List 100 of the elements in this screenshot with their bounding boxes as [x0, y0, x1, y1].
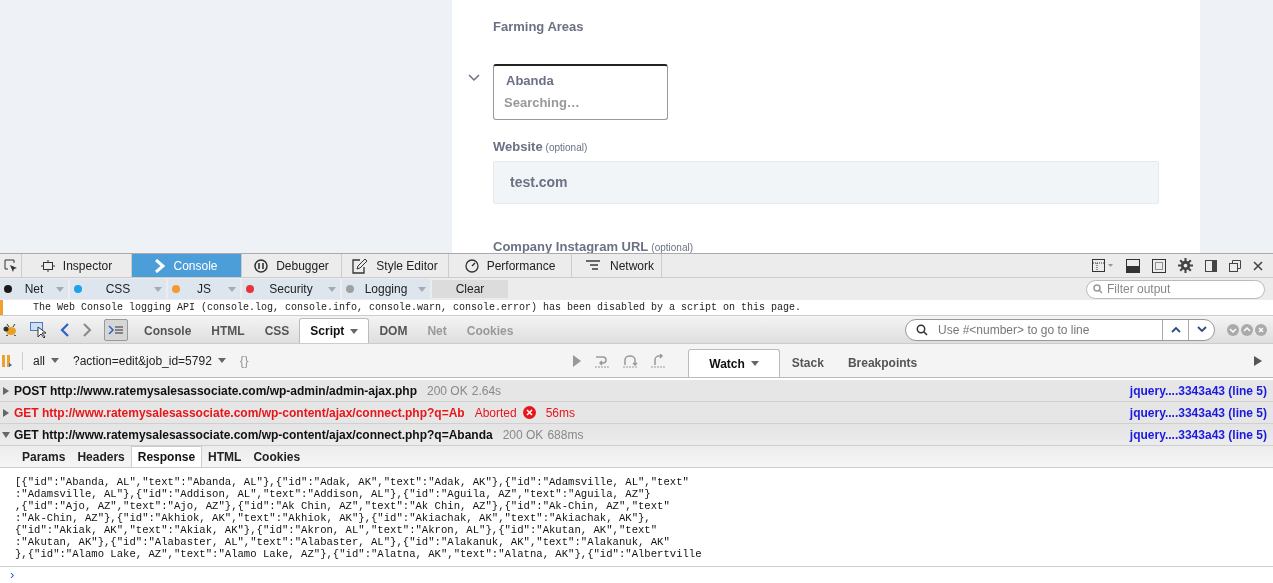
caret-icon: [217, 358, 226, 363]
caret-icon: [154, 286, 162, 292]
command-editor-button[interactable]: [104, 318, 128, 341]
step-in-icon[interactable]: [622, 353, 639, 368]
caret-icon: [350, 328, 359, 334]
response-tab[interactable]: HTML: [202, 446, 248, 467]
filter-toggle[interactable]: JS: [168, 279, 240, 299]
bug-icon[interactable]: [2, 323, 18, 336]
expand-panel-icon[interactable]: [1253, 354, 1263, 367]
filter-toggle[interactable]: Security: [242, 279, 340, 299]
request-url: GET http://www.ratemysalesassociate.com/wp-content/ajax/connect.php?q=Abanda: [14, 426, 493, 444]
console-message: The Web Console logging API (console.log, console.info, console.warn, console.error) has been disabled by a script on this page.: [33, 301, 802, 314]
request-time: 56ms: [545, 404, 576, 422]
devtools-tab[interactable]: Style Editor: [342, 254, 449, 277]
website-field[interactable]: test.com: [493, 160, 1159, 204]
request-status: 200 OK: [502, 426, 544, 444]
side-panel-tab[interactable]: Stack: [779, 349, 836, 377]
step-over-icon[interactable]: [594, 353, 611, 368]
caret-icon: [56, 286, 64, 292]
section-label: Farming Areas: [493, 18, 585, 33]
inspect-cursor-icon[interactable]: [30, 321, 48, 338]
caret-icon: [228, 286, 236, 292]
expand-icon[interactable]: [2, 386, 10, 395]
devtools-tab[interactable]: Performance: [449, 254, 572, 277]
response-tab[interactable]: Headers: [71, 446, 131, 467]
response-line: [{"id":"Abanda, AL","text":"Abanda, AL"},{"id":"Adak, AK","text":"Adak, AK"},{"id":"Adamsville, AL","text": [15, 476, 690, 488]
filter-output-field[interactable]: Filter output: [1086, 279, 1265, 299]
side-panel-tab[interactable]: Breakpoints: [835, 349, 930, 377]
response-tab[interactable]: Cookies: [247, 446, 307, 467]
play-icon[interactable]: [572, 353, 583, 368]
filter-toggle[interactable]: CSS: [70, 279, 166, 299]
optional-hint: (optional): [545, 141, 588, 155]
response-line: {"id":"Akiak, AK","text":"Akiak, AK"},{"id":"Akron, AL","text":"Akron, AL"},{"id":"Akutan, AK","text": [15, 524, 659, 536]
filter-toggle[interactable]: Logging: [342, 279, 430, 299]
search-status: Searching…: [504, 93, 581, 112]
caret-icon: [750, 361, 759, 366]
filter-toggle[interactable]: Net: [0, 279, 68, 299]
gauge-icon: [464, 258, 479, 273]
optional-hint: (optional): [651, 240, 693, 253]
pause-icon: [254, 258, 269, 273]
response-line: :"Adamsville, AL"},{"id":"Addison, AL","text":"Addison, AL"},{"id":"Aguila, AZ","text":"Aguila, AZ"}: [15, 488, 652, 500]
firebug-tab[interactable]: Console: [134, 318, 202, 343]
source-link[interactable]: jquery....3343a43 (line 5): [1129, 425, 1267, 444]
source-link[interactable]: jquery....3343a43 (line 5): [1129, 381, 1267, 400]
devtools-tab[interactable]: Debugger: [242, 254, 342, 277]
pencil-icon: [352, 257, 369, 274]
undock-icon[interactable]: [1229, 259, 1241, 272]
script-file-dropdown[interactable]: ?action=edit&job_id=5792: [73, 351, 226, 370]
caret-icon: [418, 286, 426, 292]
field-label: Website: [493, 138, 543, 156]
response-line: :"Akutan, AK"},{"id":"Alabaster, AL","text":"Alabaster, AL"},{"id":"Alakanuk, AK","text":"Alakanuk, AK": [15, 536, 671, 548]
response-tab[interactable]: Params: [16, 446, 72, 467]
response-tab[interactable]: Response: [130, 446, 203, 467]
go-to-line-field[interactable]: Use #<number> to go to line: [905, 318, 1215, 341]
caret-icon: [328, 286, 336, 292]
scope-dropdown[interactable]: all: [33, 351, 59, 370]
response-line: ,{"id":"Ajo, AZ","text":"Ajo, AZ"},{"id":"Ak Chin, AZ","text":"Ak Chin, AZ"},{"id":"Ak-Chin, AZ","text": [15, 500, 671, 512]
clear-button[interactable]: Clear: [432, 280, 508, 298]
collapse-icon[interactable]: [2, 430, 10, 439]
request-row[interactable]: GET http://www.ratemysalesassociate.com/wp-content/ajax/connect.php?q=Abanda 200 OK 688ms jquery....3343a43 (line 5): [0, 424, 1273, 446]
side-panel-tab[interactable]: Watch: [688, 349, 780, 377]
tag-search-field[interactable]: Abanda Searching…: [493, 64, 668, 120]
chevron-up-icon: [1170, 326, 1181, 333]
frame-icon[interactable]: [1152, 258, 1166, 273]
request-status: Aborted: [474, 404, 517, 422]
cursor-icon: [3, 258, 18, 273]
chevron-down-icon: [1196, 326, 1207, 333]
request-status: 200 OK: [427, 382, 468, 400]
firebug-tab[interactable]: HTML: [201, 318, 255, 343]
request-time: 2.64s: [471, 382, 502, 400]
selected-tag: Abanda: [504, 71, 657, 91]
close-icon[interactable]: [1253, 260, 1263, 271]
dock-side-icon[interactable]: [1205, 259, 1217, 272]
source-link[interactable]: jquery....3343a43 (line 5): [1129, 403, 1267, 422]
request-url: GET http://www.ratemysalesassociate.com/wp-content/ajax/connect.php?q=Ab: [14, 404, 465, 422]
error-icon: [522, 406, 536, 419]
warning-marker: [0, 300, 3, 315]
firebug-tab[interactable]: Script: [299, 318, 370, 343]
forward-icon[interactable]: [82, 322, 92, 337]
settings-icon[interactable]: [1178, 258, 1193, 273]
request-url: POST http://www.ratemysalesassociate.com/wp-admin/admin-ajax.php: [14, 382, 417, 400]
firebug-tab[interactable]: CSS: [254, 318, 300, 343]
layout-icon[interactable]: [1092, 258, 1114, 273]
caret-icon: [51, 358, 59, 363]
split-console-icon[interactable]: [1126, 258, 1140, 273]
field-label: Company Instagram URL: [493, 237, 649, 253]
request-time: 688ms: [547, 426, 584, 444]
request-row[interactable]: POST http://www.ratemysalesassociate.com/wp-admin/admin-ajax.php 200 OK 2.64s jquery....3343a43 (line 5): [0, 380, 1273, 402]
pause-icon[interactable]: [2, 353, 12, 368]
devtools-tab[interactable]: Network: [572, 254, 662, 277]
back-icon[interactable]: [60, 322, 70, 337]
chevron-down-icon: [467, 73, 481, 83]
command-line-prompt[interactable]: ›: [10, 565, 15, 583]
expand-icon[interactable]: [2, 408, 10, 417]
waterfall-icon: [586, 258, 602, 273]
search-icon: [916, 323, 928, 336]
request-row[interactable]: GET http://www.ratemysalesassociate.com/wp-content/ajax/connect.php?q=Ab Aborted 56ms jquery....3343a43 (line 5): [0, 402, 1273, 424]
console-chevron-icon: [155, 258, 166, 273]
firebug-tab[interactable]: DOM: [369, 318, 418, 343]
response-line: },{"id":"Alamo Lake, AZ","text":"Alamo Lake, AZ"},{"id":"Alatna, AK","text":"Alatna, AK"},{"id":"Albertville: [15, 548, 703, 560]
